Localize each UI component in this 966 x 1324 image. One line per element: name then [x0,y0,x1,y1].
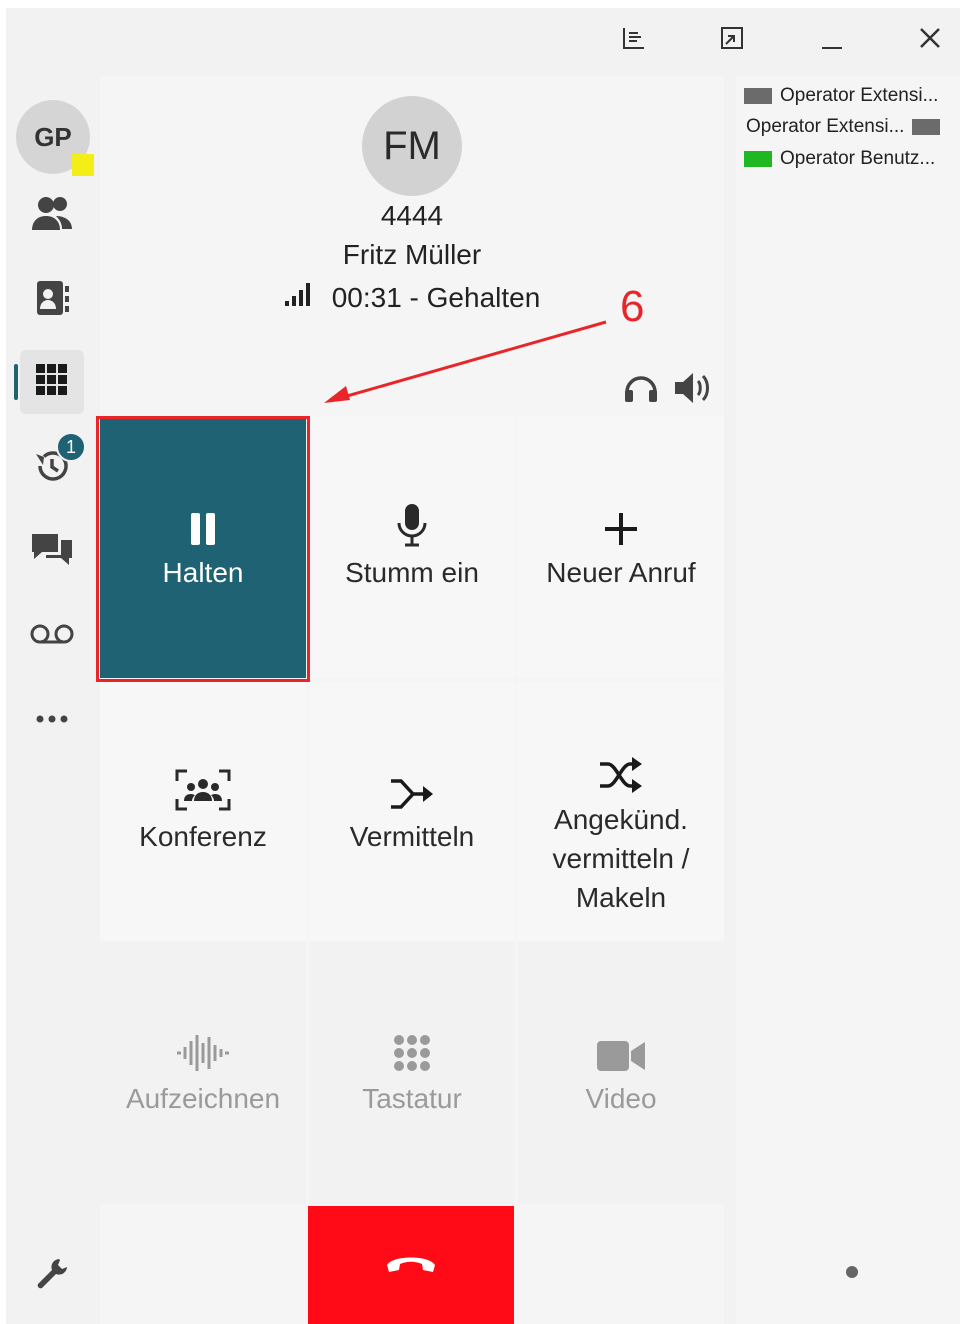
annotation-number: 6 [620,282,645,331]
annotation-arrow [324,320,607,403]
